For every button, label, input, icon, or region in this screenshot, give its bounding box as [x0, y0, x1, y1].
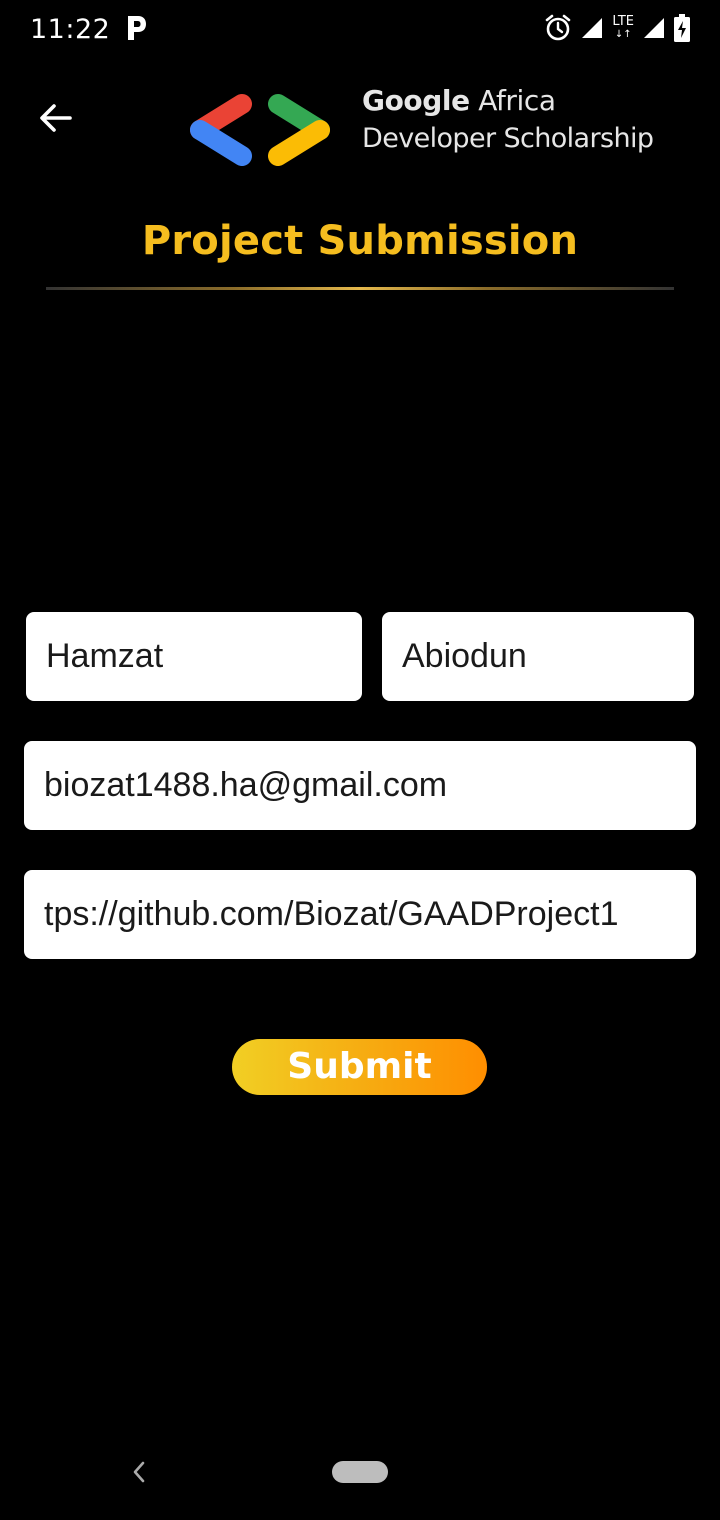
email-value: biozat1488.ha@gmail.com [44, 766, 448, 804]
lte-icon: LTE ↓↑ [612, 13, 634, 40]
last-name-field[interactable]: Abiodun [382, 612, 694, 701]
status-bar: 11:22 LTE ↓↑ [0, 0, 720, 64]
last-name-value: Abiodun [402, 637, 527, 675]
logo-line-2: Developer Scholarship [362, 123, 654, 154]
alarm-icon [544, 14, 572, 42]
status-icons: LTE ↓↑ [544, 14, 690, 42]
logo-line-1: Google Africa [362, 82, 653, 120]
logo-google: Google [362, 84, 470, 117]
logo-text: Google Africa Developer Scholarship [362, 82, 654, 158]
project-link-field[interactable]: tps://github.com/Biozat/GAADProject1 [24, 870, 696, 959]
home-pill-icon[interactable] [332, 1461, 388, 1483]
logo-africa: Africa [469, 84, 556, 117]
title-divider [46, 287, 674, 290]
signal-icon [580, 16, 604, 40]
chevron-left-icon [133, 1461, 145, 1483]
submit-button[interactable]: Submit [232, 1039, 487, 1095]
project-link-value: tps://github.com/Biozat/GAADProject1 [44, 895, 619, 933]
lte-label: LTE [612, 13, 634, 29]
back-button[interactable] [34, 96, 78, 140]
arrow-left-icon [40, 104, 72, 132]
email-field[interactable]: biozat1488.ha@gmail.com [24, 741, 696, 830]
status-time: 11:22 [30, 14, 111, 45]
first-name-field[interactable]: Hamzat [26, 612, 362, 701]
first-name-value: Hamzat [46, 637, 164, 675]
page-title: Project Submission [141, 218, 579, 264]
google-developers-logo-icon [180, 92, 336, 168]
battery-charging-icon [674, 14, 690, 42]
parking-notification-icon [124, 12, 148, 44]
nav-back-button[interactable] [128, 1458, 150, 1486]
signal-icon [642, 16, 666, 40]
